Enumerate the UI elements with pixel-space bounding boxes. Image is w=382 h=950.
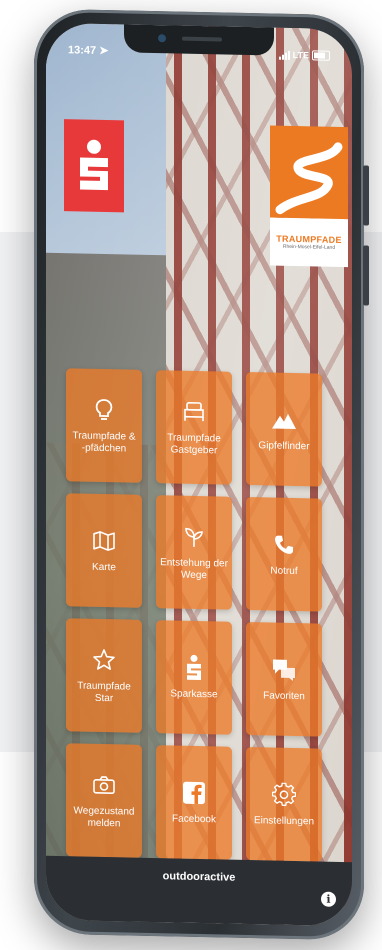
main-menu-grid: Traumpfade & -pfädchen Traumpfade Gastge… <box>66 368 346 862</box>
menu-tile-einstellungen[interactable]: Einstellungen <box>246 746 322 862</box>
traumpfade-logo-text: TRAUMPFADE Rhein-Mosel-Eifel-Land <box>270 217 348 268</box>
phone-notch <box>124 24 274 56</box>
menu-tile-entstehung[interactable]: Entstehung der Wege <box>156 495 232 610</box>
status-indicators: LTE <box>278 49 330 61</box>
info-button[interactable]: i <box>321 891 336 907</box>
phone-icon <box>271 531 297 558</box>
tile-label: Wegezustand melden <box>73 804 135 829</box>
phone-frame: 13:47 ➤ LTE TRAUMPFADE Rhein-Mosel-Eifel… <box>34 8 369 941</box>
menu-tile-gipfelfinder[interactable]: Gipfelfinder <box>246 371 322 487</box>
outdooractive-brand: outdooractive <box>162 870 236 884</box>
volume-button <box>363 165 369 226</box>
trail-path-icon <box>275 142 343 215</box>
speaker-grille <box>182 36 222 42</box>
sprout-icon <box>181 523 207 550</box>
menu-tile-favoriten[interactable]: Favoriten <box>246 621 322 737</box>
location-arrow-icon: ➤ <box>99 44 109 58</box>
menu-tile-karte[interactable]: Karte <box>66 493 142 608</box>
tile-label: Entstehung der Wege <box>160 556 228 581</box>
tile-label: Gipfelfinder <box>258 439 310 452</box>
tile-label: Traumpfade & -pfädchen <box>72 429 136 454</box>
menu-tile-notruf[interactable]: Notruf <box>246 496 322 612</box>
footer-bar: outdooractive i <box>46 855 352 927</box>
star-icon <box>91 646 117 673</box>
facebook-icon <box>181 779 207 806</box>
traumpfade-logo[interactable]: TRAUMPFADE Rhein-Mosel-Eifel-Land <box>270 125 348 268</box>
app-screen: 13:47 ➤ LTE TRAUMPFADE Rhein-Mosel-Eifel… <box>46 22 352 927</box>
mountain-icon <box>271 406 297 433</box>
menu-tile-facebook[interactable]: Facebook <box>156 745 232 860</box>
menu-tile-wegezustand[interactable]: Wegezustand melden <box>66 743 142 858</box>
chat-icon <box>271 656 297 683</box>
lightbulb-icon <box>91 396 117 423</box>
network-label: LTE <box>292 49 309 61</box>
tile-label: Traumpfade Star <box>77 679 131 704</box>
camera-icon <box>91 771 117 798</box>
menu-tile-gastgeber[interactable]: Traumpfade Gastgeber <box>156 370 232 485</box>
menu-tile-star[interactable]: Traumpfade Star <box>66 618 142 733</box>
sparkasse-logo[interactable] <box>64 119 124 213</box>
camera-icon <box>158 34 166 43</box>
status-time-text: 13:47 <box>68 44 97 57</box>
tile-label: Traumpfade Gastgeber <box>167 431 221 456</box>
signal-icon <box>278 50 290 60</box>
status-time: 13:47 ➤ <box>68 43 108 57</box>
tile-label: Sparkasse <box>170 687 218 700</box>
bed-icon <box>181 398 207 425</box>
traumpfade-subtitle: Rhein-Mosel-Eifel-Land <box>282 243 336 251</box>
tile-label: Notruf <box>270 564 298 577</box>
traumpfade-logo-mark <box>270 125 348 220</box>
tile-label: Karte <box>92 561 116 573</box>
menu-tile-sparkasse[interactable]: Sparkasse <box>156 620 232 735</box>
tile-label: Einstellungen <box>253 814 315 827</box>
tile-label: Facebook <box>172 812 216 825</box>
battery-icon <box>312 50 330 61</box>
sparkasse-icon <box>181 654 207 681</box>
tile-label: Favoriten <box>263 689 305 702</box>
gear-icon <box>271 781 297 808</box>
power-button <box>363 245 369 306</box>
sparkasse-s-icon <box>80 139 108 191</box>
menu-tile-traumpfade[interactable]: Traumpfade & -pfädchen <box>66 368 142 483</box>
map-icon <box>91 527 117 554</box>
phone-mockup: 13:47 ➤ LTE TRAUMPFADE Rhein-Mosel-Eifel… <box>0 0 382 950</box>
